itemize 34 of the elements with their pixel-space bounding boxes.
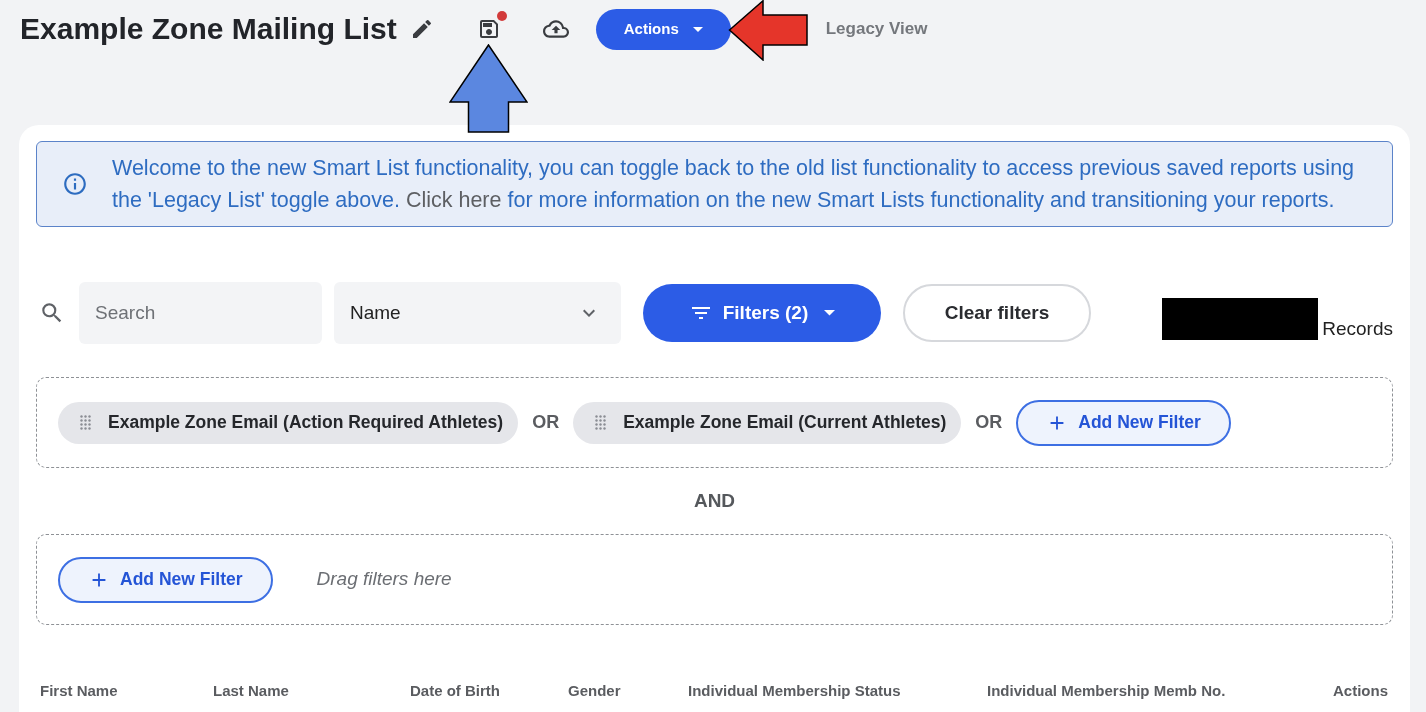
search-field[interactable]: Search bbox=[79, 282, 322, 344]
drag-handle-icon[interactable] bbox=[80, 415, 91, 430]
name-select[interactable]: Name bbox=[334, 282, 621, 344]
column-header[interactable]: First Name bbox=[40, 682, 118, 699]
column-header[interactable]: Individual Membership Status bbox=[688, 682, 901, 699]
legacy-view-link[interactable]: Legacy View bbox=[825, 16, 928, 42]
or-connector: OR bbox=[531, 411, 561, 434]
filter-chip[interactable]: Example Zone Email (Action Required Athletes) bbox=[58, 401, 519, 444]
or-connector: OR bbox=[974, 411, 1004, 434]
clear-filters-button[interactable]: Clear filters bbox=[903, 284, 1091, 342]
filter-chip-label: Example Zone Email (Action Required Athletes) bbox=[108, 411, 504, 435]
drag-handle-icon[interactable] bbox=[595, 415, 607, 430]
column-header[interactable]: Actions bbox=[1333, 682, 1388, 699]
add-new-filter-button[interactable]: Add New Filter bbox=[58, 556, 273, 603]
click-here-link[interactable]: Click here bbox=[405, 188, 502, 212]
column-header[interactable]: Last Name bbox=[213, 682, 289, 699]
filter-chip[interactable]: Example Zone Email (Current Athletes) bbox=[573, 401, 962, 444]
info-icon bbox=[62, 171, 88, 197]
filter-group-dropzone[interactable]: Add New Filter Drag filters here bbox=[36, 534, 1393, 625]
filters-button[interactable]: Filters (2) bbox=[643, 284, 881, 342]
column-header[interactable]: Gender bbox=[568, 682, 621, 699]
actions-button[interactable]: Actions bbox=[595, 8, 731, 50]
and-connector: AND bbox=[693, 488, 736, 513]
drag-hint: Drag filters here bbox=[316, 567, 452, 592]
records-label: Records bbox=[1322, 319, 1393, 338]
column-header[interactable]: Date of Birth bbox=[410, 682, 500, 699]
filter-group-dropzone[interactable]: Example Zone Email (Action Required Athletes) OR Example Zone Email (Current Athletes) OR Add New Filter bbox=[36, 377, 1393, 468]
caret-icon bbox=[824, 310, 836, 316]
info-message: Welcome to the new Smart List functionality, you can toggle back to the old list functionality to access previous saved reports using the 'Legacy List' toggle above. Click here for more information on the new Smart Lists functionality and transitioning your reports. bbox=[112, 155, 1356, 214]
column-header[interactable]: Individual Membership Memb No. bbox=[987, 682, 1226, 699]
add-new-filter-button[interactable]: Add New Filter bbox=[1016, 399, 1231, 446]
filter-chip-label: Example Zone Email (Current Athletes) bbox=[623, 411, 947, 435]
page-title: Example Zone Mailing List bbox=[20, 14, 397, 44]
caret-icon bbox=[692, 26, 703, 32]
